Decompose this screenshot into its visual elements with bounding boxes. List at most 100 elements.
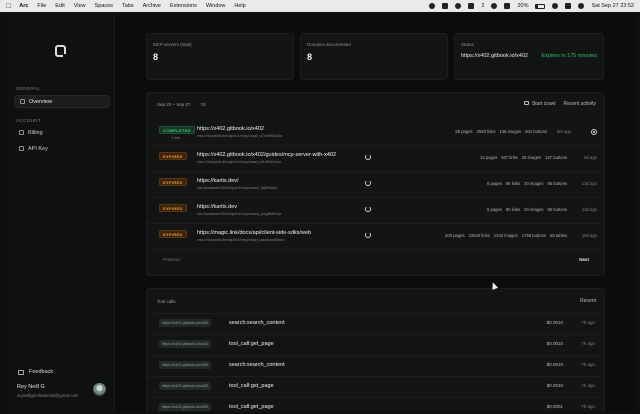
crawl-endpoint: ws://localhost:3000/api/v1/mcp/crawl_6g9… <box>197 186 278 190</box>
divider <box>147 376 604 377</box>
tool-cost: $0.0010 <box>546 341 563 346</box>
crawl-url[interactable]: https://x402.gitbook.io/x402/guides/mcp-… <box>197 152 336 158</box>
links-count: 2946 links <box>476 129 496 134</box>
recent-filter[interactable]: Recent <box>580 298 596 304</box>
menu-archive[interactable]: Archive <box>143 3 161 9</box>
crawl-row[interactable]: EXPIRED https://kartix.dev ws://localhos… <box>157 201 597 221</box>
apple-icon[interactable]:  <box>6 3 11 10</box>
start-crawl-button[interactable]: Start crawl <box>523 101 556 107</box>
status-badge: EXPIRED <box>159 230 187 238</box>
server-chip: https://x402.gitbook.io/x402 <box>159 361 212 369</box>
sidebar: GENERAL Overview ACCOUNT Billing API Key… <box>5 14 115 412</box>
menu-edit[interactable]: Edit <box>55 3 64 9</box>
section-label-general: GENERAL <box>16 86 41 91</box>
section-title: Tool calls <box>157 299 176 304</box>
wifi-icon[interactable] <box>552 3 559 9</box>
refresh-icon[interactable] <box>365 232 371 238</box>
avatar[interactable] <box>93 383 106 396</box>
status-url[interactable]: https://x402.gitbook.io/x402 <box>461 53 528 59</box>
menu-window[interactable]: Window <box>206 3 226 9</box>
pages-count: 6 pages <box>487 181 502 186</box>
refresh-icon[interactable] <box>365 154 371 160</box>
crawl-url[interactable]: https://kartix.dev <box>197 204 237 210</box>
sidebar-item-label: API Key <box>28 145 48 152</box>
menubar:  Arc File Edit View Spaces Tabs Archive… <box>0 0 640 12</box>
refresh-icon[interactable] <box>365 180 371 186</box>
crawl-ago: 8d ago <box>584 155 597 160</box>
sidebar-item-billing[interactable]: Billing <box>14 126 110 139</box>
divider <box>147 145 604 146</box>
crawl-row[interactable]: EXPIRED https://kartix.dev/ ws://localho… <box>157 175 597 195</box>
tool-name: tool_call:get_page <box>229 404 274 410</box>
date-filter[interactable]: Sep 20 – Sep 27 7d <box>157 102 206 107</box>
date-range[interactable]: Sep 20 – Sep 27 <box>157 102 191 107</box>
status-app-icon[interactable] <box>491 3 498 9</box>
status-app-icon[interactable] <box>455 3 462 9</box>
pages-count: 200 pages <box>445 233 465 238</box>
crawl-row[interactable]: COMPLETED 1 min https://x402.gitbook.io/… <box>157 123 597 143</box>
menu-app[interactable]: Arc <box>19 3 28 9</box>
status-badge: EXPIRED <box>159 152 187 160</box>
tool-calls-panel: Tool calls Recent https://x402.gitbook.i… <box>146 288 605 412</box>
clock[interactable]: Sat Sep 27 23:52 <box>591 3 634 9</box>
previous-button[interactable]: Previous <box>163 257 181 262</box>
recent-activity-button[interactable]: Recent activity <box>563 101 596 107</box>
feedback-button[interactable]: Feedback <box>18 369 53 375</box>
status-app-icon[interactable] <box>504 3 511 9</box>
menu-file[interactable]: File <box>37 3 46 9</box>
buttons-count: 604 buttons <box>525 129 548 134</box>
crawl-ago: 13d ago <box>581 181 597 186</box>
logo-icon[interactable] <box>55 45 67 58</box>
control-center-icon[interactable] <box>578 3 585 9</box>
menu-tabs[interactable]: Tabs <box>122 3 134 9</box>
server-chip: https://x402.gitbook.io/x402 <box>159 403 212 411</box>
links-count: 22534 links <box>468 233 490 238</box>
menu-view[interactable]: View <box>74 3 86 9</box>
crawl-stats: 6 pages 85 links 20 images 85 buttons <box>487 181 567 186</box>
crawl-url[interactable]: https://magic.link/docs/api/client-side-… <box>197 230 311 236</box>
connect-icon[interactable] <box>591 129 597 135</box>
search-icon[interactable] <box>565 3 572 9</box>
buttons-count: 1768 buttons <box>521 233 546 238</box>
crawl-url[interactable]: https://x402.gitbook.io/x402 <box>197 126 264 132</box>
status-expires: Expires in 175 minutes <box>541 53 597 59</box>
menu-help[interactable]: Help <box>234 3 245 9</box>
crawl-row[interactable]: EXPIRED https://magic.link/docs/api/clie… <box>157 227 597 247</box>
status-app-icon[interactable] <box>442 3 449 9</box>
crawl-ago: 6m ago <box>557 129 571 134</box>
menu-spaces[interactable]: Spaces <box>95 3 113 9</box>
tool-call-row[interactable]: https://x402.gitbook.io/x402 tool_call:g… <box>159 380 595 392</box>
tool-call-row[interactable]: https://x402.gitbook.io/x402 search:sear… <box>159 317 595 329</box>
tool-cost: $0.0010 <box>546 383 563 388</box>
server-chip: https://x402.gitbook.io/x402 <box>159 382 212 390</box>
tool-cost: $0.0010 <box>546 320 563 325</box>
status-app-icon[interactable] <box>429 3 436 9</box>
tool-ago: 7h ago <box>581 320 595 325</box>
notification-icon[interactable] <box>468 3 475 9</box>
range-toggle[interactable]: 7d <box>201 102 206 107</box>
start-crawl-label: Start crawl <box>531 101 556 107</box>
divider <box>147 355 604 356</box>
crawl-ago: 19d ago <box>581 233 597 238</box>
sidebar-item-overview[interactable]: Overview <box>14 95 110 108</box>
divider <box>147 397 604 398</box>
tool-call-row[interactable]: https://x402.gitbook.io/x402 tool_call:g… <box>159 401 595 412</box>
sidebar-item-api-key[interactable]: API Key <box>14 142 110 155</box>
tool-call-row[interactable]: https://x402.gitbook.io/x402 tool_call:g… <box>159 338 595 350</box>
feedback-label: Feedback <box>29 369 54 375</box>
crawl-url[interactable]: https://kartix.dev/ <box>197 178 239 184</box>
crawls-panel: Sep 20 – Sep 27 7d Start crawl Recent ac… <box>146 92 605 276</box>
divider <box>147 171 604 172</box>
menu-extensions[interactable]: Extensions <box>170 3 197 9</box>
tool-call-row[interactable]: https://x402.gitbook.io/x402 search:sear… <box>159 359 595 371</box>
refresh-icon[interactable] <box>365 206 371 212</box>
user-name[interactable]: Rey Neill G <box>17 384 45 390</box>
divider <box>147 334 604 335</box>
server-chip: https://x402.gitbook.io/x402 <box>159 340 212 348</box>
crawl-row[interactable]: EXPIRED https://x402.gitbook.io/x402/gui… <box>157 149 597 169</box>
buttons-count: 127 buttons <box>545 155 567 160</box>
battery-icon[interactable] <box>535 3 546 9</box>
message-icon <box>18 369 24 375</box>
next-button[interactable]: Next <box>579 257 589 262</box>
card-icon <box>19 130 24 135</box>
